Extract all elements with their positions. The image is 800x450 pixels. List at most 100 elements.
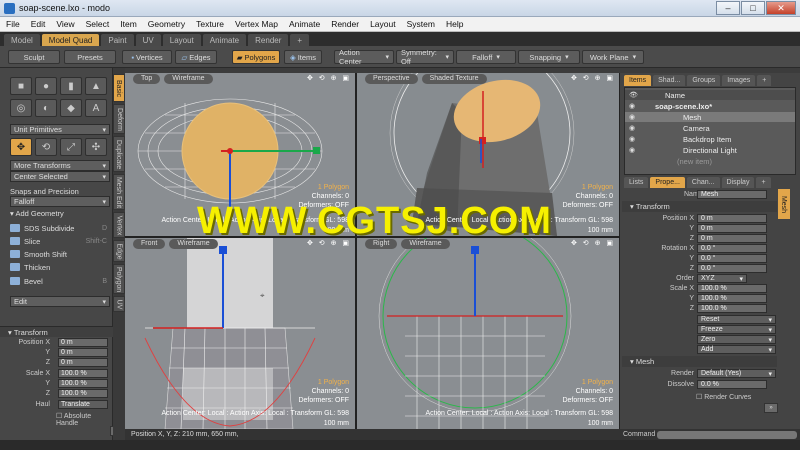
minimize-button[interactable]: – bbox=[716, 1, 740, 15]
symmetry-dropdown[interactable]: Symmetry: Off bbox=[396, 48, 454, 66]
freeze-dropdown[interactable]: Freeze bbox=[697, 325, 776, 334]
front-view-name-tab[interactable]: Front bbox=[133, 238, 166, 249]
top-view-shading-tab[interactable]: Wireframe bbox=[164, 73, 213, 84]
list-item[interactable]: ◉ Directional Light bbox=[625, 145, 795, 155]
tab-model-quad[interactable]: Model Quad bbox=[41, 34, 100, 46]
slice-tool[interactable]: Slice Shift-C bbox=[10, 235, 110, 247]
render-curves-checkbox[interactable]: ☐ Render Curves bbox=[696, 393, 751, 401]
vtab-uv[interactable]: UV bbox=[113, 296, 125, 312]
tab-groups[interactable]: Groups bbox=[687, 75, 721, 86]
eye-icon[interactable]: ◉ bbox=[629, 113, 635, 121]
vtab-edge[interactable]: Edge bbox=[113, 240, 125, 262]
menu-item[interactable]: Item bbox=[120, 19, 137, 29]
perspective-view-nav-icons[interactable]: ✥ ⟲ ⊕ ▣ bbox=[571, 74, 615, 82]
rot-z-field[interactable]: 0.0 ° bbox=[697, 264, 767, 273]
menu-system[interactable]: System bbox=[407, 19, 435, 29]
sphere-primitive-icon[interactable]: ● bbox=[35, 77, 57, 95]
command-input[interactable] bbox=[657, 430, 797, 439]
rot-x-field[interactable]: 0.0 ° bbox=[697, 244, 767, 253]
menu-select[interactable]: Select bbox=[86, 19, 110, 29]
tab-images[interactable]: Images bbox=[722, 75, 756, 86]
menu-render[interactable]: Render bbox=[331, 19, 359, 29]
tab-shader[interactable]: Shad... bbox=[653, 75, 686, 86]
eye-icon[interactable]: ◉ bbox=[629, 135, 635, 143]
menu-file[interactable]: File bbox=[6, 19, 20, 29]
scale-tool-icon[interactable]: ⤢ bbox=[60, 138, 82, 156]
tab-add-props[interactable]: + bbox=[756, 177, 771, 188]
sds-subdivide-tool[interactable]: SDS Subdivide D bbox=[10, 222, 110, 234]
tab-channels[interactable]: Chan... bbox=[686, 177, 720, 188]
text-primitive-icon[interactable]: A bbox=[85, 99, 107, 117]
mesh-props-header[interactable]: ▾ Mesh bbox=[622, 356, 777, 367]
edges-button[interactable]: ▱ Edges bbox=[175, 50, 217, 64]
tab-uv[interactable]: UV bbox=[135, 34, 161, 46]
top-view-nav-icons[interactable]: ✥ ⟲ ⊕ ▣ bbox=[307, 74, 351, 82]
cube-primitive-icon[interactable]: ■ bbox=[10, 77, 32, 95]
cylinder-primitive-icon[interactable]: ▮ bbox=[60, 77, 82, 95]
cone-primitive-icon[interactable]: ▲ bbox=[85, 77, 107, 95]
snapping-dropdown[interactable]: Snapping bbox=[518, 50, 580, 64]
name-field[interactable]: Mesh bbox=[697, 190, 767, 199]
list-item[interactable]: (new item) bbox=[625, 156, 795, 166]
tab-items[interactable]: Items bbox=[624, 75, 652, 86]
menu-help[interactable]: Help bbox=[446, 19, 463, 29]
capsule-primitive-icon[interactable]: ◐ bbox=[35, 99, 57, 117]
vtab-polygon[interactable]: Polygon bbox=[113, 264, 125, 294]
polygons-button[interactable]: ▰ Polygons bbox=[232, 50, 280, 64]
presets-button[interactable]: Presets bbox=[64, 50, 116, 64]
perspective-view-shading-tab[interactable]: Shaded Texture bbox=[421, 73, 487, 84]
tab-render[interactable]: Render bbox=[248, 34, 289, 46]
thicken-tool[interactable]: Thicken bbox=[10, 261, 110, 273]
eye-icon[interactable]: ◉ bbox=[629, 124, 635, 132]
vtab-deform[interactable]: Deform bbox=[113, 104, 125, 134]
tab-add[interactable]: + bbox=[290, 34, 310, 46]
order-dropdown[interactable]: XYZ bbox=[697, 274, 747, 283]
absolute-handle-checkbox[interactable]: ☐ Absolute Handle bbox=[56, 412, 112, 427]
viewport-front[interactable]: ⌖ Front Wireframe ✥ ⟲ ⊕ ▣ 1 Polygon Chan… bbox=[125, 238, 355, 429]
more-transforms-dropdown[interactable]: More Transforms bbox=[10, 160, 110, 171]
items-button[interactable]: ◈ Items bbox=[284, 50, 322, 64]
tab-layout[interactable]: Layout bbox=[162, 34, 201, 46]
position-x-field[interactable]: 0 m bbox=[58, 338, 108, 347]
pos-y-field[interactable]: 0 m bbox=[697, 224, 767, 233]
menu-animate[interactable]: Animate bbox=[289, 19, 320, 29]
tab-display[interactable]: Display bbox=[721, 177, 755, 188]
transform-tool-icon[interactable]: ✣ bbox=[85, 138, 107, 156]
center-selected-dropdown[interactable]: Center Selected bbox=[10, 171, 110, 182]
tab-lists[interactable]: Lists bbox=[624, 177, 649, 188]
vtab-mesh-edit[interactable]: Mesh Edit bbox=[113, 174, 125, 210]
menu-geometry[interactable]: Geometry bbox=[148, 19, 185, 29]
pos-x-field[interactable]: 0 m bbox=[697, 214, 767, 223]
tab-add-panel[interactable]: + bbox=[757, 75, 772, 86]
transform-props-header[interactable]: ▾ Transform bbox=[622, 201, 777, 212]
position-y-field[interactable]: 0 m bbox=[58, 348, 108, 357]
smooth-shift-tool[interactable]: Smooth Shift bbox=[10, 248, 110, 260]
torus-primitive-icon[interactable]: ◎ bbox=[10, 99, 32, 117]
menu-edit[interactable]: Edit bbox=[31, 19, 46, 29]
edit-dropdown[interactable]: Edit bbox=[10, 296, 110, 307]
tab-animate[interactable]: Animate bbox=[202, 34, 247, 46]
plane-primitive-icon[interactable]: ◆ bbox=[60, 99, 82, 117]
reset-dropdown[interactable]: Reset bbox=[697, 315, 776, 324]
work-plane-dropdown[interactable]: Work Plane bbox=[582, 50, 644, 64]
expand-props-button[interactable]: » bbox=[764, 403, 778, 413]
scale-z-field-r[interactable]: 100.0 % bbox=[697, 304, 767, 313]
scale-x-field[interactable]: 100.0 % bbox=[58, 369, 108, 378]
scale-y-field[interactable]: 100.0 % bbox=[58, 379, 108, 388]
falloff-left-dropdown[interactable]: Falloff bbox=[10, 196, 110, 207]
action-center-dropdown[interactable]: Action Center bbox=[334, 48, 394, 66]
tab-model[interactable]: Model bbox=[4, 34, 40, 46]
menu-vertex-map[interactable]: Vertex Map bbox=[235, 19, 278, 29]
close-button[interactable]: ✕ bbox=[766, 1, 796, 15]
list-item[interactable]: ◉ Camera bbox=[625, 123, 795, 133]
list-item[interactable]: ◉ Mesh bbox=[625, 112, 795, 122]
mesh-side-tab[interactable]: Mesh bbox=[778, 189, 790, 219]
render-dropdown[interactable]: Default (Yes) bbox=[697, 369, 776, 378]
perspective-view-name-tab[interactable]: Perspective bbox=[365, 73, 418, 84]
bevel-tool[interactable]: Bevel B bbox=[10, 275, 110, 287]
rotate-tool-icon[interactable]: ⟲ bbox=[35, 138, 57, 156]
transform-section-header[interactable]: ▾ Transform bbox=[0, 326, 113, 337]
top-view-name-tab[interactable]: Top bbox=[133, 73, 161, 84]
rot-y-field[interactable]: 0.0 ° bbox=[697, 254, 767, 263]
scale-x-field-r[interactable]: 100.0 % bbox=[697, 284, 767, 293]
